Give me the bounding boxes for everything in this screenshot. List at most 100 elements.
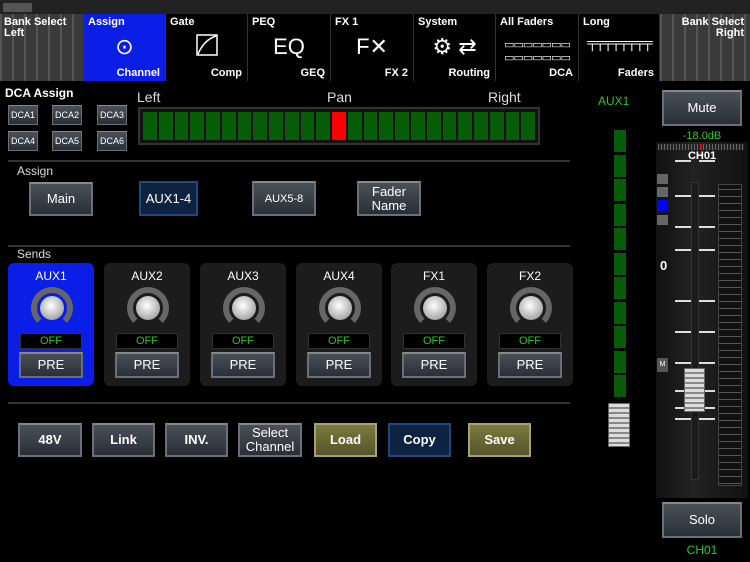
tab-bank-select-left[interactable]: Bank Select Left bbox=[0, 14, 84, 81]
channel-strip: CH01 0 M bbox=[656, 142, 748, 498]
pan-slider[interactable] bbox=[138, 107, 540, 145]
tab-label: All Faders bbox=[500, 16, 554, 28]
pan-segment bbox=[174, 112, 189, 140]
status-strip bbox=[0, 0, 750, 14]
send-name: AUX3 bbox=[227, 269, 259, 283]
pan-segment bbox=[269, 112, 283, 140]
solo-button[interactable]: Solo bbox=[662, 502, 742, 538]
pan-segment bbox=[505, 112, 520, 140]
dca-assign-title: DCA Assign bbox=[5, 86, 74, 100]
send-card-aux4[interactable]: AUX4 OFF PRE bbox=[296, 263, 382, 386]
tab-sublabel: GEQ bbox=[300, 67, 325, 79]
send-card-aux2[interactable]: AUX2 OFF PRE bbox=[104, 263, 190, 386]
meter-segment bbox=[614, 277, 626, 299]
aux1-4-button[interactable]: AUX1-4 bbox=[139, 181, 198, 216]
aux-meter-label: AUX1 bbox=[598, 94, 630, 108]
mute-button[interactable]: Mute bbox=[662, 90, 742, 126]
gain-readout: -18.0dB bbox=[682, 130, 722, 142]
dca2-button[interactable]: DCA2 bbox=[52, 105, 82, 125]
tab-all-faders-dca[interactable]: All Faders ▭▭▭▭▭▭▭ ▭▭▭▭▭▭▭ DCA bbox=[496, 14, 579, 81]
link-button[interactable]: Link bbox=[92, 423, 155, 457]
dca3-button[interactable]: DCA3 bbox=[97, 105, 127, 125]
dca6-button[interactable]: DCA6 bbox=[97, 131, 127, 151]
gear-routing-icon: ⚙ ⇄ bbox=[432, 34, 477, 59]
send-name: AUX4 bbox=[323, 269, 355, 283]
pan-segment bbox=[253, 112, 268, 140]
meter-segment bbox=[614, 326, 626, 348]
tab-long-faders[interactable]: Long ╤╤╤╤╤╤╤╤ Faders bbox=[579, 14, 660, 81]
send-level-knob[interactable] bbox=[127, 287, 169, 329]
dca5-button[interactable]: DCA5 bbox=[52, 131, 82, 151]
select-channel-button[interactable]: Select Channel bbox=[238, 423, 302, 457]
send-level-knob[interactable] bbox=[319, 287, 361, 329]
eq-icon: EQ bbox=[273, 34, 305, 59]
divider bbox=[8, 402, 570, 404]
tab-fx[interactable]: FX 1 F✕ FX 2 bbox=[331, 14, 414, 81]
tab-sublabel: DCA bbox=[549, 67, 573, 79]
meter-segment bbox=[614, 203, 626, 226]
invert-button[interactable]: INV. bbox=[165, 423, 228, 457]
send-name: AUX1 bbox=[35, 269, 67, 283]
fader-name-button[interactable]: Fader Name bbox=[357, 181, 421, 216]
send-value: OFF bbox=[403, 333, 465, 349]
pan-segment bbox=[237, 112, 252, 140]
pan-segment bbox=[316, 112, 331, 140]
copy-button[interactable]: Copy bbox=[388, 423, 451, 457]
tab-peq-geq[interactable]: PEQ EQ GEQ bbox=[248, 14, 331, 81]
indicator bbox=[657, 187, 668, 197]
save-button[interactable]: Save bbox=[468, 423, 531, 457]
load-button[interactable]: Load bbox=[314, 423, 377, 457]
send-card-aux3[interactable]: AUX3 OFF PRE bbox=[200, 263, 286, 386]
send-name: AUX2 bbox=[131, 269, 163, 283]
pan-segment bbox=[521, 112, 536, 140]
send-level-knob[interactable] bbox=[223, 287, 265, 329]
send-value: OFF bbox=[308, 333, 370, 349]
tab-system-routing[interactable]: System ⚙ ⇄ Routing bbox=[414, 14, 496, 81]
dca1-button[interactable]: DCA1 bbox=[8, 105, 38, 125]
send-level-knob[interactable] bbox=[510, 287, 552, 329]
pan-segment bbox=[221, 112, 236, 140]
tab-gate-comp[interactable]: Gate Comp bbox=[166, 14, 248, 81]
tab-sublabel: FX 2 bbox=[384, 67, 408, 79]
pre-post-button[interactable]: PRE bbox=[498, 352, 562, 378]
pan-segment bbox=[347, 112, 362, 140]
pre-post-button[interactable]: PRE bbox=[307, 352, 371, 378]
window-grip bbox=[3, 3, 32, 12]
meter-segment bbox=[614, 228, 626, 250]
send-level-knob[interactable] bbox=[31, 287, 73, 329]
send-value: OFF bbox=[116, 333, 178, 349]
pan-position-marker bbox=[332, 112, 346, 140]
pre-post-button[interactable]: PRE bbox=[211, 352, 275, 378]
send-level-knob[interactable] bbox=[414, 287, 456, 329]
fader-scale-tick bbox=[675, 249, 715, 251]
indicator bbox=[657, 174, 668, 184]
tab-label: Bank Select Right bbox=[681, 16, 744, 39]
tab-sublabel: Comp bbox=[210, 67, 242, 79]
pre-post-button[interactable]: PRE bbox=[115, 352, 179, 378]
aux-send-fader-handle[interactable] bbox=[608, 403, 630, 447]
tab-sublabel: Routing bbox=[448, 67, 490, 79]
aux5-8-button[interactable]: AUX5-8 bbox=[252, 181, 316, 216]
pan-segment bbox=[395, 112, 410, 140]
zero-db-mark: 0 bbox=[660, 258, 668, 273]
tab-assign-channel[interactable]: Assign ⊙ Channel bbox=[84, 14, 166, 81]
meter-segment bbox=[614, 350, 626, 373]
pre-post-button[interactable]: PRE bbox=[402, 352, 466, 378]
pan-right-label: Right bbox=[488, 89, 521, 105]
pre-post-button[interactable]: PRE bbox=[19, 352, 83, 378]
meter-segment bbox=[614, 179, 626, 201]
tab-bank-select-right[interactable]: Bank Select Right bbox=[660, 14, 750, 81]
main-button[interactable]: Main bbox=[29, 182, 93, 216]
send-card-fx2[interactable]: FX2 OFF PRE bbox=[487, 263, 573, 386]
send-card-fx1[interactable]: FX1 OFF PRE bbox=[391, 263, 477, 386]
fader-scale-tick bbox=[675, 362, 715, 364]
pan-segment bbox=[458, 112, 473, 140]
dca4-button[interactable]: DCA4 bbox=[8, 131, 38, 151]
send-card-aux1[interactable]: AUX1 OFF PRE bbox=[8, 263, 94, 386]
channel-fader-handle[interactable] bbox=[684, 368, 705, 412]
phantom-48v-button[interactable]: 48V bbox=[18, 423, 82, 457]
tab-label: FX 1 bbox=[335, 16, 359, 28]
fader-scale-tick bbox=[675, 226, 715, 228]
indicator bbox=[657, 215, 668, 225]
sends-title: Sends bbox=[17, 247, 52, 261]
